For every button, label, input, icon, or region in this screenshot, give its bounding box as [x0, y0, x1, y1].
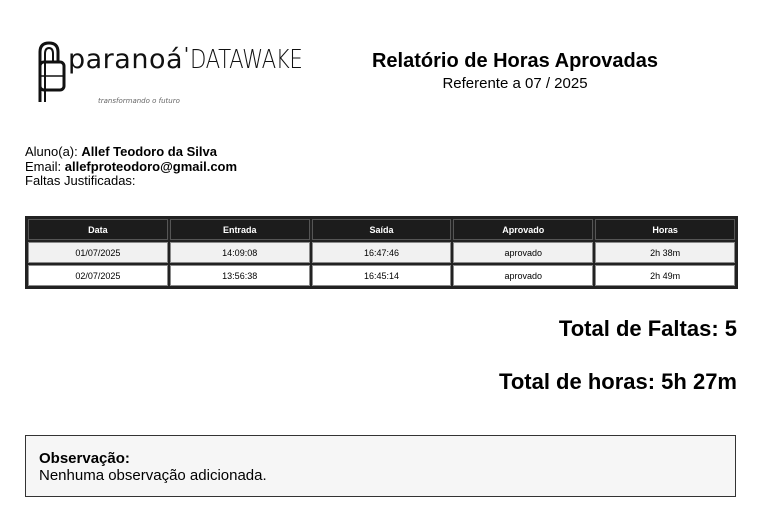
brand-wordmark: paranoá'DATAWAKE — [68, 44, 303, 75]
padlock-logo-icon — [38, 41, 66, 102]
total-absences: Total de Faltas: 5 — [558, 316, 737, 341]
cell-exit: 16:47:46 — [311, 242, 452, 263]
column-header-hours: Horas — [595, 219, 735, 240]
brand-name: paranoá — [68, 44, 184, 75]
column-header-exit: Saída — [311, 219, 452, 240]
observation-box: Observação: Nenhuma observação adicionad… — [25, 435, 736, 497]
student-email-label: Email: — [25, 158, 62, 174]
report-period: Referente a 07 / 2025 — [442, 75, 588, 92]
student-info: Aluno(a): Allef Teodoro da Silva Email: … — [25, 144, 238, 189]
student-name-label: Aluno(a): — [25, 144, 78, 159]
student-email-line: Email: allefproteodoro@gmail.com — [25, 158, 238, 175]
cell-approved: aprovado — [453, 242, 594, 263]
table-row: 01/07/2025 14:09:08 16:47:46 aprovado 2h… — [28, 242, 735, 263]
brand-tagline: transformando o futuro — [98, 97, 180, 105]
student-name: Allef Teodoro da Silva — [81, 144, 217, 159]
brand-sub: DATAWAKE — [190, 45, 303, 75]
cell-entry: 14:09:08 — [169, 242, 310, 263]
student-name-line: Aluno(a): Allef Teodoro da Silva — [25, 144, 237, 160]
student-email: allefproteodoro@gmail.com — [64, 158, 238, 174]
report-title: Relatório de Horas Aprovadas — [371, 50, 658, 72]
company-logo: paranoá'DATAWAKE transformando o futuro — [36, 40, 303, 110]
table-row: 02/07/2025 13:56:38 16:45:14 aprovado 2h… — [28, 265, 735, 286]
hours-table: Data Entrada Saída Aprovado Horas 01/07/… — [25, 216, 738, 289]
column-header-date: Data — [28, 219, 168, 240]
column-header-entry: Entrada — [169, 219, 310, 240]
justified-absences-label: Faltas Justificadas: — [25, 173, 136, 188]
cell-date: 01/07/2025 — [28, 242, 168, 263]
cell-hours: 2h 49m — [595, 265, 735, 286]
column-header-approved: Aprovado — [453, 219, 594, 240]
cell-date: 02/07/2025 — [28, 265, 168, 286]
table-header-row: Data Entrada Saída Aprovado Horas — [28, 219, 735, 240]
observation-text: Nenhuma observação adicionada. — [39, 467, 267, 484]
cell-hours: 2h 38m — [595, 242, 735, 263]
cell-approved: aprovado — [453, 265, 594, 286]
justified-absences-line: Faltas Justificadas: — [25, 173, 237, 189]
cell-entry: 13:56:38 — [169, 265, 310, 286]
cell-exit: 16:45:14 — [311, 265, 452, 286]
observation-title: Observação: — [39, 450, 130, 467]
total-hours: Total de horas: 5h 27m — [499, 369, 737, 394]
